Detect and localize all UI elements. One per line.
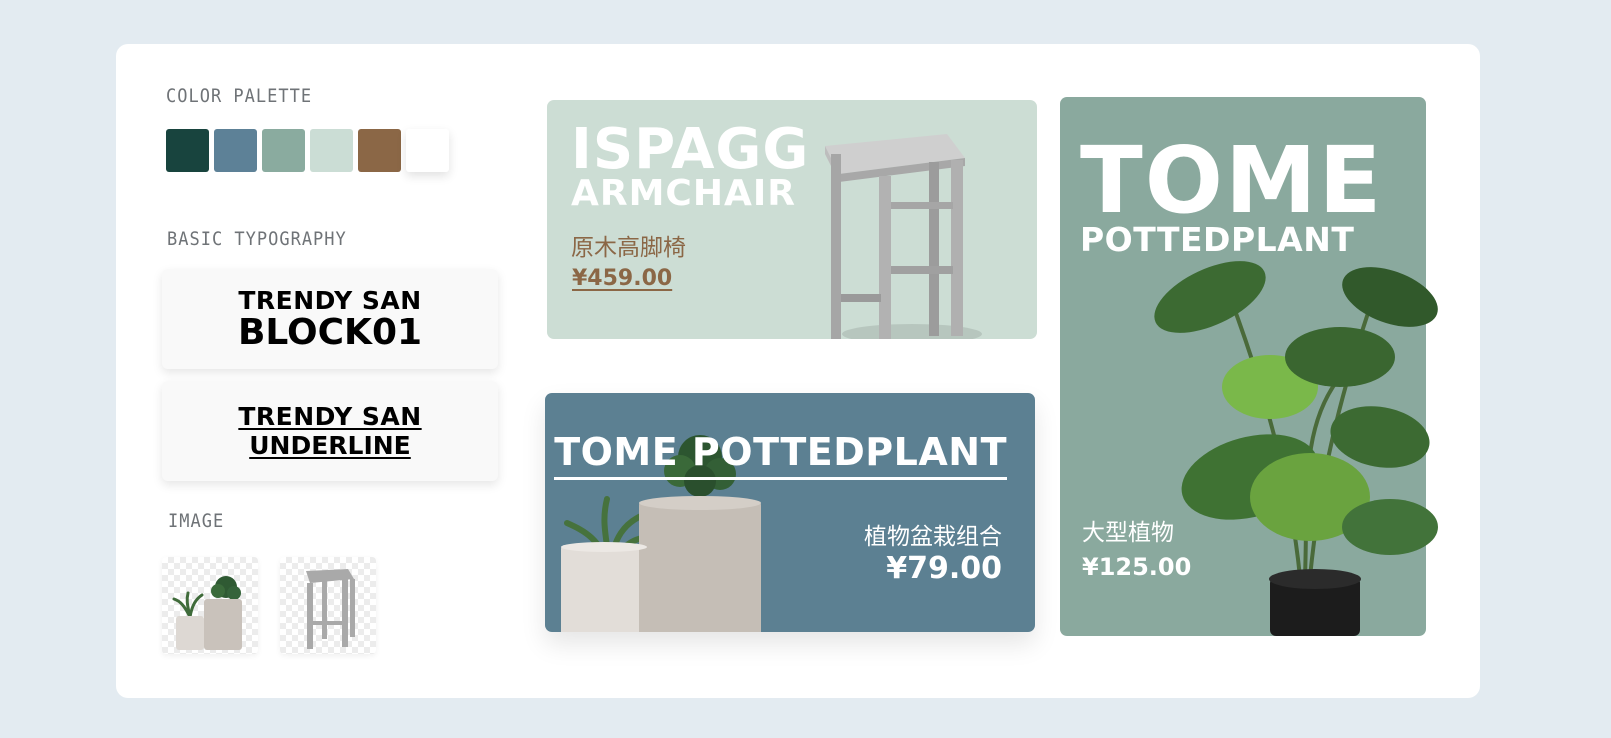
swatch-mint[interactable] — [310, 129, 353, 172]
thumbnail-cactus-pots[interactable] — [162, 557, 258, 654]
underline-sample-line2: UNDERLINE — [249, 431, 411, 460]
underline-sample-line1: TRENDY SAN — [238, 402, 422, 431]
stool-title-line1: ISPAGG — [571, 117, 810, 182]
monstera-price[interactable]: ¥125.00 — [1082, 553, 1191, 581]
thumbnail-bar-stool[interactable] — [280, 557, 376, 654]
swatch-white[interactable] — [406, 129, 449, 172]
product-card-monstera[interactable]: TOME POTTEDPLANT 大型植物 ¥125.00 — [1060, 97, 1438, 636]
cactus-price[interactable]: ¥79.00 — [886, 551, 1002, 586]
typography-block-sample[interactable]: TRENDY SAN BLOCK01 — [162, 269, 498, 369]
typography-underline-sample[interactable]: TRENDY SAN UNDERLINE — [162, 381, 498, 481]
bar-stool-icon — [306, 569, 355, 649]
swatch-slate-blue[interactable] — [214, 129, 257, 172]
block-sample-line1: TRENDY SAN — [238, 285, 422, 315]
image-heading: IMAGE — [168, 511, 225, 533]
typography-heading: BASIC TYPOGRAPHY — [167, 229, 347, 251]
color-palette-heading: COLOR PALETTE — [166, 86, 313, 108]
block-sample-line2: BLOCK01 — [237, 311, 423, 353]
product-card-cactus[interactable]: TOME POTTEDPLANT 植物盆栽组合 ¥79.00 — [545, 393, 1035, 632]
swatch-wood-brown[interactable] — [358, 129, 401, 172]
swatch-dark-green[interactable] — [166, 129, 209, 172]
bar-stool-image-icon — [825, 134, 982, 339]
stool-subtitle: 原木高脚椅 — [571, 235, 686, 261]
monstera-title-line1: TOME — [1080, 127, 1384, 234]
cactus-pots-icon — [172, 576, 242, 650]
swatch-sage-green[interactable] — [262, 129, 305, 172]
cactus-subtitle: 植物盆栽组合 — [864, 524, 1002, 550]
monstera-title-line2: POTTEDPLANT — [1080, 220, 1355, 259]
stool-title-line2: ARMCHAIR — [571, 173, 796, 214]
cactus-title: TOME POTTEDPLANT — [554, 433, 1007, 480]
product-card-stool[interactable]: ISPAGG ARMCHAIR 原木高脚椅 ¥459.00 — [547, 100, 1037, 339]
color-swatches — [166, 129, 449, 172]
monstera-subtitle: 大型植物 — [1082, 520, 1174, 546]
stool-price[interactable]: ¥459.00 — [572, 266, 672, 291]
